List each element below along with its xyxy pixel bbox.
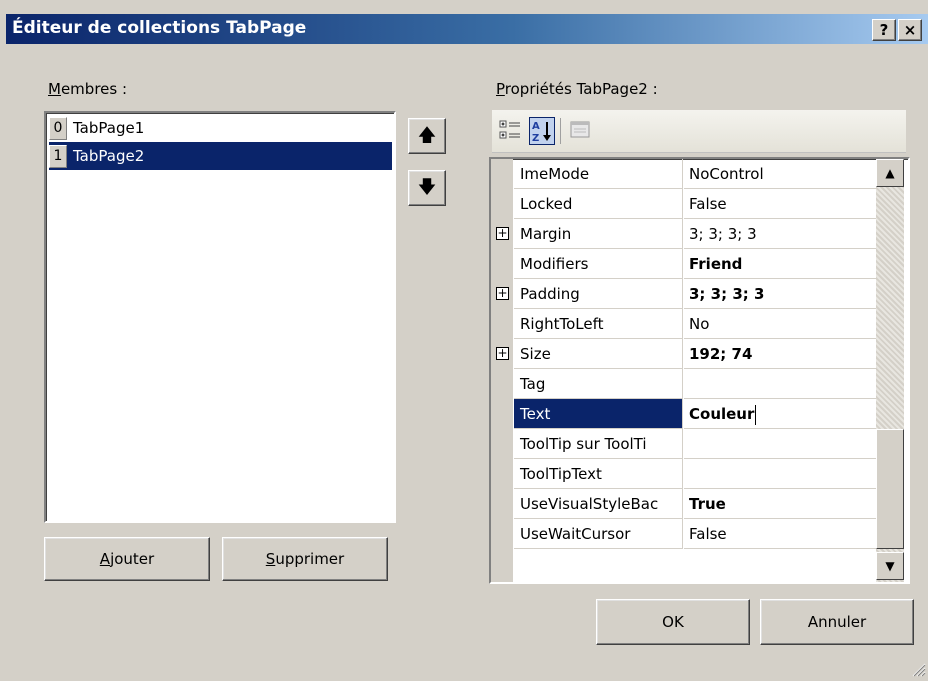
properties-label: Propriétés TabPage2 : — [496, 80, 658, 98]
expand-icon[interactable]: + — [496, 227, 509, 240]
toolbar-separator — [560, 118, 561, 144]
list-item-index: 0 — [49, 117, 67, 140]
property-toolbar: A Z — [492, 110, 906, 153]
property-value[interactable] — [684, 369, 877, 399]
list-item[interactable]: 0 TabPage1 — [49, 114, 392, 142]
property-value-editor[interactable]: Couleur — [684, 399, 877, 429]
svg-text:A: A — [532, 121, 540, 132]
members-label: Membres : — [48, 80, 128, 98]
ok-button[interactable]: OK — [596, 599, 750, 645]
members-list[interactable]: 0 TabPage1 1 TabPage2 — [44, 111, 396, 523]
list-item[interactable]: 1 TabPage2 — [49, 142, 392, 170]
property-name: UseWaitCursor — [514, 519, 683, 549]
vertical-scrollbar[interactable]: ▲ ▼ — [876, 159, 904, 582]
list-item-label: TabPage2 — [73, 147, 145, 165]
property-value[interactable]: True — [684, 489, 877, 519]
property-name: Modifiers — [514, 249, 683, 279]
arrow-down-icon: 🡇 — [417, 177, 437, 198]
property-name: RightToLeft — [514, 309, 683, 339]
scroll-up-icon: ▲ — [885, 166, 895, 180]
property-value[interactable] — [684, 459, 877, 489]
property-name: Locked — [514, 189, 683, 219]
property-name: ImeMode — [514, 159, 683, 189]
property-value[interactable]: No — [684, 309, 877, 339]
property-row[interactable]: Locked False — [491, 189, 877, 219]
sort-alphabetical-icon[interactable]: A Z — [529, 117, 555, 145]
scroll-down-button[interactable]: ▼ — [876, 552, 904, 580]
property-row[interactable]: ImeMode NoControl — [491, 159, 877, 189]
property-name: UseVisualStyleBac — [514, 489, 683, 519]
list-item-label: TabPage1 — [73, 119, 145, 137]
property-name: Tag — [514, 369, 683, 399]
collection-editor-dialog: Éditeur de collections TabPage ? × Membr… — [0, 0, 928, 679]
scroll-down-icon: ▼ — [885, 559, 895, 573]
property-value[interactable]: 3; 3; 3; 3 — [684, 219, 877, 249]
scroll-up-button[interactable]: ▲ — [876, 159, 904, 187]
add-button[interactable]: Ajouter — [44, 537, 210, 581]
property-row[interactable]: Tag — [491, 369, 877, 399]
help-button[interactable]: ? — [872, 19, 896, 41]
property-row[interactable]: UseVisualStyleBac True — [491, 489, 877, 519]
close-button[interactable]: × — [898, 19, 922, 41]
move-down-button[interactable]: 🡇 — [408, 170, 446, 206]
property-row[interactable]: RightToLeft No — [491, 309, 877, 339]
move-up-button[interactable]: 🡅 — [408, 118, 446, 154]
property-value[interactable]: NoControl — [684, 159, 877, 189]
remove-button[interactable]: Supprimer — [222, 537, 388, 581]
property-value[interactable]: 192; 74 — [684, 339, 877, 369]
window-title: Éditeur de collections TabPage — [12, 18, 307, 38]
property-row[interactable]: Modifiers Friend — [491, 249, 877, 279]
scroll-thumb[interactable] — [876, 429, 904, 549]
property-name: ToolTip sur ToolTi — [514, 429, 683, 459]
property-value[interactable]: False — [684, 189, 877, 219]
text-caret — [755, 404, 757, 425]
property-name: Margin — [514, 219, 683, 249]
property-name: ToolTipText — [514, 459, 683, 489]
property-value[interactable]: Friend — [684, 249, 877, 279]
resize-grip-icon[interactable] — [910, 661, 926, 677]
arrow-up-icon: 🡅 — [417, 125, 437, 146]
title-bar[interactable]: Éditeur de collections TabPage ? × — [6, 14, 928, 44]
property-row[interactable]: + Padding 3; 3; 3; 3 — [491, 279, 877, 309]
property-name: Text — [514, 399, 683, 429]
property-value[interactable]: False — [684, 519, 877, 549]
property-name: Padding — [514, 279, 683, 309]
property-row[interactable]: + Margin 3; 3; 3; 3 — [491, 219, 877, 249]
property-name: Size — [514, 339, 683, 369]
expand-icon[interactable]: + — [496, 287, 509, 300]
property-row-selected[interactable]: Text Couleur — [491, 399, 877, 429]
property-row[interactable]: ToolTipText — [491, 459, 877, 489]
property-row[interactable]: + Size 192; 74 — [491, 339, 877, 369]
cancel-button[interactable]: Annuler — [760, 599, 914, 645]
property-value[interactable]: 3; 3; 3; 3 — [684, 279, 877, 309]
categorized-icon[interactable] — [498, 117, 522, 143]
property-row[interactable]: ToolTip sur ToolTi — [491, 429, 877, 459]
svg-text:Z: Z — [532, 133, 539, 144]
list-item-index: 1 — [49, 145, 67, 168]
expand-icon[interactable]: + — [496, 347, 509, 360]
property-value[interactable] — [684, 429, 877, 459]
property-pages-icon[interactable] — [568, 117, 592, 143]
property-grid[interactable]: ImeMode NoControl Locked False + Margin … — [489, 157, 910, 584]
property-row[interactable]: UseWaitCursor False — [491, 519, 877, 549]
